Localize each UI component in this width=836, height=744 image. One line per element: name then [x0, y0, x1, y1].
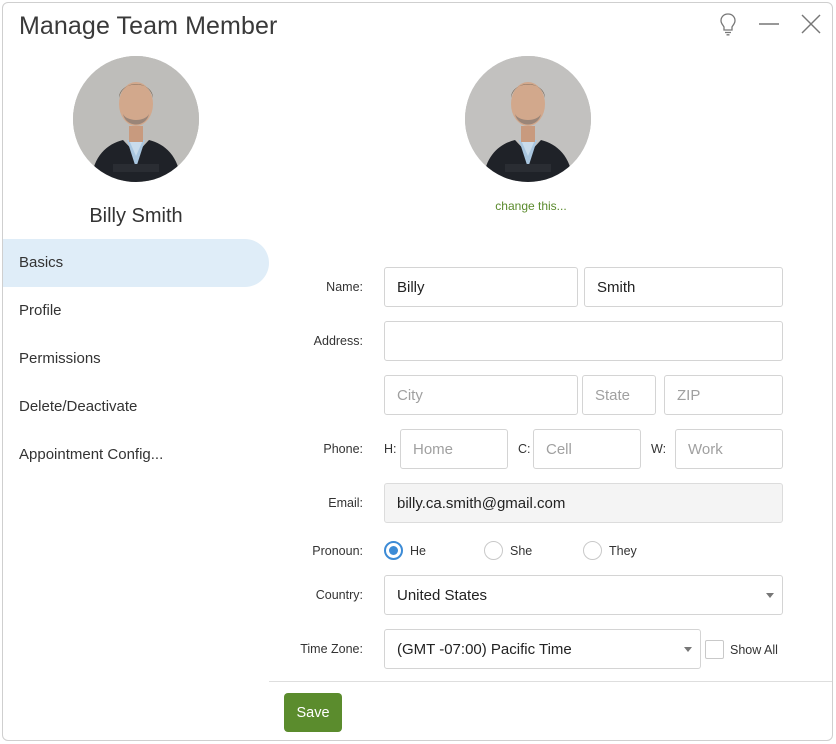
dialog-title: Manage Team Member [19, 12, 278, 40]
pronoun-he-radio[interactable]: He [384, 541, 426, 560]
cell-phone-prefix: C: [518, 442, 531, 456]
minimize-icon[interactable] [756, 11, 782, 37]
show-all-label: Show All [730, 643, 778, 657]
pronoun-they-label: They [609, 543, 637, 558]
pronoun-label: Pronoun: [312, 544, 363, 558]
radio-she[interactable] [484, 541, 503, 560]
pronoun-she-radio[interactable]: She [484, 541, 532, 560]
member-photo[interactable] [465, 56, 591, 182]
chevron-down-icon [766, 593, 774, 598]
last-name-input[interactable] [584, 267, 783, 307]
street-address-input[interactable] [384, 321, 783, 361]
work-phone-prefix: W: [651, 442, 667, 456]
work-phone-input[interactable] [675, 429, 783, 469]
member-name: Billy Smith [89, 205, 183, 227]
sidebar-item-basics[interactable]: Basics [3, 239, 269, 287]
name-label: Name: [326, 280, 363, 294]
radio-they[interactable] [583, 541, 602, 560]
sidebar-item-permissions[interactable]: Permissions [3, 335, 269, 383]
radio-he-checked[interactable] [384, 541, 403, 560]
zip-input[interactable] [664, 375, 783, 415]
country-select[interactable]: United States [384, 575, 783, 615]
close-icon[interactable] [798, 11, 824, 37]
save-button[interactable]: Save [284, 693, 342, 732]
address-label: Address: [313, 334, 363, 348]
phone-label: Phone: [323, 442, 363, 456]
email-field[interactable] [384, 483, 783, 523]
country-label: Country: [315, 588, 363, 602]
manage-team-member-dialog: Manage Team Member Billy Smith Basics Pr… [2, 2, 833, 741]
sidebar-item-delete-deactivate[interactable]: Delete/Deactivate [3, 383, 269, 431]
timezone-select[interactable]: (GMT -07:00) Pacific Time [384, 629, 701, 669]
home-phone-prefix: H: [384, 442, 397, 456]
city-input[interactable] [384, 375, 578, 415]
pronoun-she-label: She [510, 543, 533, 558]
sidebar-item-appointment-config[interactable]: Appointment Config... [3, 431, 269, 479]
pronoun-he-label: He [410, 543, 426, 558]
cell-phone-input[interactable] [533, 429, 641, 469]
sidebar-nav: Basics Profile Permissions Delete/Deacti… [3, 239, 269, 479]
pronoun-they-radio[interactable]: They [583, 541, 637, 560]
state-input[interactable] [582, 375, 656, 415]
footer-divider [269, 681, 832, 682]
show-all-checkbox[interactable] [705, 640, 724, 659]
timezone-value: (GMT -07:00) Pacific Time [397, 640, 572, 658]
email-label: Email: [328, 496, 363, 510]
lightbulb-icon[interactable] [715, 11, 741, 37]
chevron-down-icon [684, 647, 692, 652]
first-name-input[interactable] [384, 267, 578, 307]
country-value: United States [397, 586, 488, 604]
sidebar-avatar [73, 56, 199, 182]
home-phone-input[interactable] [400, 429, 508, 469]
sidebar-item-profile[interactable]: Profile [3, 287, 269, 335]
timezone-label: Time Zone: [300, 642, 363, 656]
change-photo-link[interactable]: change this... [466, 199, 596, 213]
